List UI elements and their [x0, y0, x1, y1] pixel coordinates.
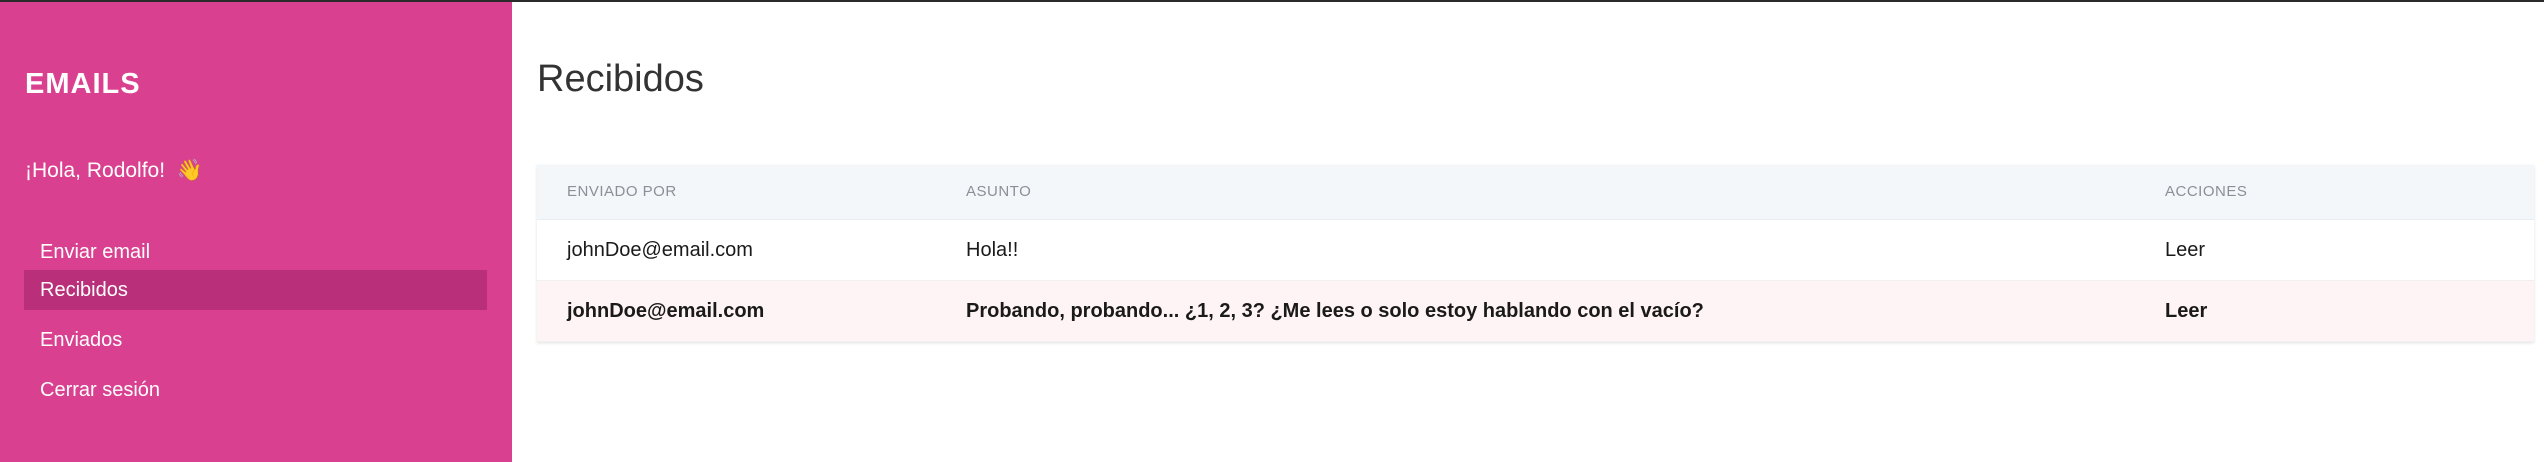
sidebar-item-sent[interactable]: Enviados — [24, 320, 487, 360]
sidebar: EMAILS ¡Hola, Rodolfo! 👋 Enviar email Re… — [0, 2, 512, 462]
emails-table: ENVIADO POR ASUNTO ACCIONES johnDoe@emai… — [537, 165, 2534, 342]
sidebar-item-label: Enviados — [40, 329, 123, 351]
waving-hand-icon: 👋 — [176, 159, 204, 182]
sidebar-item-label: Enviar email — [40, 241, 151, 263]
sidebar-item-label: Cerrar sesión — [40, 379, 161, 401]
read-link[interactable]: Leer — [2165, 281, 2207, 341]
sidebar-item-label: Recibidos — [40, 279, 128, 301]
table-row[interactable]: johnDoe@email.com Hola!! Leer — [537, 220, 2534, 281]
table-row[interactable]: johnDoe@email.com Probando, probando... … — [537, 281, 2534, 342]
sidebar-item-logout[interactable]: Cerrar sesión — [24, 370, 487, 410]
sender-cell: johnDoe@email.com — [567, 300, 765, 322]
column-header-actions: ACCIONES — [2165, 183, 2248, 200]
main-content: Recibidos ENVIADO POR ASUNTO ACCIONES jo… — [512, 2, 2544, 462]
column-header-subject: ASUNTO — [966, 183, 1032, 200]
sender-cell: johnDoe@email.com — [567, 239, 753, 261]
subject-cell: Probando, probando... ¿1, 2, 3? ¿Me lees… — [966, 300, 1704, 322]
user-greeting: ¡Hola, Rodolfo! 👋 — [25, 159, 203, 183]
read-link[interactable]: Leer — [2165, 220, 2205, 280]
greeting-text: ¡Hola, Rodolfo! — [25, 159, 166, 182]
subject-cell: Hola!! — [966, 239, 1019, 261]
column-header-sender: ENVIADO POR — [567, 183, 677, 200]
sidebar-item-send-email[interactable]: Enviar email — [24, 232, 487, 272]
page-title: Recibidos — [537, 58, 704, 100]
app-brand: EMAILS — [25, 68, 141, 100]
sidebar-item-inbox[interactable]: Recibidos — [24, 270, 487, 310]
table-header: ENVIADO POR ASUNTO ACCIONES — [537, 165, 2534, 220]
